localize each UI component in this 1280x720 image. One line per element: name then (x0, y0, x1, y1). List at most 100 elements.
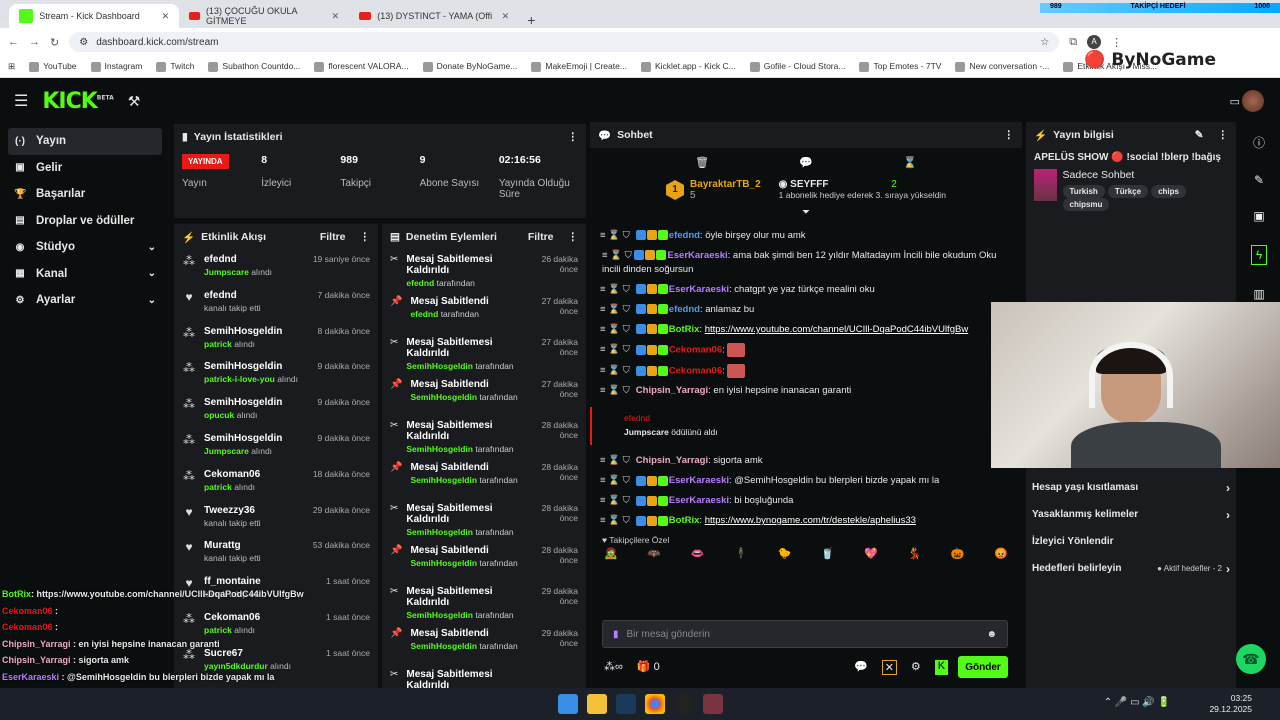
chrome-icon[interactable] (645, 694, 665, 714)
activity-user[interactable]: SemihHosgeldin (204, 361, 298, 372)
screen-share-icon[interactable]: ▭ (1230, 95, 1240, 108)
mod-tools[interactable]: ≡ ⌛ ⛉ (600, 454, 630, 468)
activity-menu-icon[interactable]: ⋮ (360, 231, 371, 243)
emote-button[interactable]: 🦇 (647, 547, 661, 560)
bookmark-item[interactable]: Top Emotes - 7TV (859, 61, 941, 72)
app-icon[interactable] (703, 694, 723, 714)
mod-tools[interactable]: ≡ ⌛ ⛉ (600, 364, 630, 378)
browser-tab[interactable]: (13) DYSTINCT - YAMA (Offi ✕ (349, 4, 519, 28)
chat-username[interactable]: EserKaraeski (669, 495, 729, 506)
bookmark-item[interactable]: YouTube (29, 61, 77, 72)
new-tab-icon[interactable]: + (519, 12, 543, 28)
bookmark-item[interactable]: florescent VALORA... (314, 61, 409, 72)
chat-username[interactable]: EserKaraeski (669, 284, 729, 295)
channel-points-icon[interactable]: ⁂∞ (604, 660, 623, 673)
mod-tools[interactable]: ≡ ⌛ ⛉ (600, 229, 630, 243)
apps-grid-icon[interactable]: ⊞ (8, 61, 15, 72)
moderation-filter-button[interactable]: Filtre (528, 231, 554, 243)
tray-icons[interactable]: ⌃ 🎤 ▭ 🔊 🔋 (1104, 697, 1170, 708)
chevron-down-icon[interactable]: ⌄ (148, 242, 156, 253)
emoji-picker-icon[interactable]: ☻ (986, 629, 997, 640)
mic-icon[interactable]: ▮ (613, 629, 619, 640)
tab-close-icon[interactable]: ✕ (162, 11, 170, 22)
support-chat-icon[interactable]: ☎ (1236, 644, 1266, 674)
collapse-icon[interactable]: ⏷ (590, 207, 1022, 218)
mod-tools[interactable]: ≡ ⌛ ⛉ (600, 343, 630, 357)
edit-icon[interactable]: ✎ (1195, 129, 1204, 141)
speech-icon[interactable]: 💬 (799, 156, 813, 169)
mod-tools[interactable]: ≡ ⌛ ⛉ (600, 494, 630, 508)
activity-user[interactable]: SemihHosgeldin (204, 326, 282, 337)
url-field[interactable]: ⚙ dashboard.kick.com/stream ☆ (69, 32, 1060, 52)
activity-user[interactable]: efednd (204, 254, 272, 265)
emote-button[interactable]: 💃 (908, 547, 922, 560)
sidebar-item[interactable]: ▣ Gelir (8, 155, 162, 182)
mod-tools[interactable]: ≡ ⌛ ⛉ (602, 250, 634, 261)
reload-icon[interactable]: ↻ (50, 36, 59, 49)
browser-tab[interactable]: (13) ÇOCUĞU OKULA GİTMEYE ✕ (179, 4, 349, 28)
activity-user[interactable]: efednd (204, 290, 261, 301)
emote-button[interactable]: 🧟 (604, 547, 618, 560)
mod-tools[interactable]: ≡ ⌛ ⛉ (600, 474, 630, 488)
menu-dots-icon[interactable]: ⋮ (1111, 36, 1122, 49)
emote-button[interactable]: 🕴 (734, 547, 748, 560)
kick-bot-icon[interactable]: K (934, 660, 949, 675)
capture-icon[interactable]: ▣ (1253, 209, 1264, 223)
moderation-actor[interactable]: SemihHosgeldin (410, 475, 477, 485)
activity-user[interactable]: Cekoman06 (204, 469, 260, 480)
steam-icon[interactable] (616, 694, 636, 714)
settings-row[interactable]: Yasaklanmış kelimeler › (1026, 501, 1236, 528)
moderation-actor[interactable]: efednd (410, 309, 438, 319)
mod-tools[interactable]: ≡ ⌛ ⛉ (600, 283, 630, 297)
mod-tools[interactable]: ≡ ⌛ ⛉ (600, 384, 630, 398)
back-icon[interactable]: ← (8, 36, 19, 48)
activity-user[interactable]: Tweezzy36 (204, 505, 261, 516)
activity-user[interactable]: SemihHosgeldin (204, 433, 282, 444)
bookmark-item[interactable]: MakeEmoji | Create... (531, 61, 627, 72)
bookmark-item[interactable]: Instagram (90, 61, 142, 72)
trash-icon[interactable]: 🗑 (695, 156, 709, 169)
gift-box-icon[interactable]: 🎁 0 (637, 660, 660, 673)
chat-username[interactable]: Cekoman06 (669, 365, 722, 376)
redeem-user[interactable]: efednd (624, 411, 1010, 425)
bookmark-item[interactable]: New conversation -... (955, 61, 1049, 72)
sidebar-item[interactable]: ◉ Stüdyo ⌄ (8, 234, 162, 261)
tab-search-icon[interactable]: ⌄ (0, 15, 9, 28)
moderation-actor[interactable]: efednd (406, 278, 434, 288)
bookmark-star-icon[interactable]: ☆ (1040, 37, 1049, 48)
browser-tab[interactable]: Stream - Kick Dashboard ✕ (9, 4, 180, 28)
stats-menu-icon[interactable]: ⋮ (568, 131, 579, 143)
emote-button[interactable]: 🥤 (821, 547, 835, 560)
chat-link[interactable]: https://www.bynogame.com/tr/destekle/aph… (705, 515, 916, 526)
moderation-actor[interactable]: SemihHosgeldin (410, 558, 477, 568)
bookmark-item[interactable]: Donate ByNoGame... (422, 61, 517, 72)
stream-tag[interactable]: chips (1151, 185, 1186, 198)
mod-tools[interactable]: ≡ ⌛ ⛉ (600, 514, 630, 528)
tab-close-icon[interactable]: ✕ (502, 11, 510, 22)
moderation-menu-icon[interactable]: ⋮ (568, 231, 579, 243)
chevron-down-icon[interactable]: ⌄ (148, 268, 156, 279)
pencil-icon[interactable]: ✎ (1254, 173, 1264, 187)
activity-user[interactable]: Murattg (204, 540, 261, 551)
kick-logo[interactable]: KICKBETA (42, 89, 113, 114)
sidebar-item[interactable]: ⚙ Ayarlar ⌄ (8, 287, 162, 314)
chat-username[interactable]: efednd (669, 304, 700, 315)
settings-row[interactable]: İzleyici Yönlendir (1026, 528, 1236, 555)
moderation-actor[interactable]: SemihHosgeldin (406, 527, 473, 537)
bookmark-item[interactable]: Gofile - Cloud Stora... (749, 61, 845, 72)
chat-username[interactable]: EserKaraeski (669, 475, 729, 486)
bookmark-item[interactable]: Twitch (156, 61, 194, 72)
tab-close-icon[interactable]: ✕ (332, 11, 340, 22)
slow-mode-icon[interactable]: ✕ (881, 660, 897, 675)
chat-settings-icon[interactable]: ⚙ (911, 660, 921, 675)
stream-tag[interactable]: Turkish (1062, 185, 1105, 198)
chat-username[interactable]: Chipsin_Yarragi (636, 385, 708, 396)
emote-button[interactable]: 👄 (691, 547, 705, 560)
chat-username[interactable]: Chipsin_Yarragi (636, 455, 708, 466)
moderation-actor[interactable]: SemihHosgeldin (406, 610, 473, 620)
sidebar-item[interactable]: ▤ Droplar ve ödüller (8, 208, 162, 235)
file-explorer-icon[interactable] (587, 694, 607, 714)
moderation-actor[interactable]: SemihHosgeldin (410, 392, 477, 402)
chevron-down-icon[interactable]: ⌄ (148, 295, 156, 306)
layout-icon[interactable]: ▥ (1253, 287, 1264, 301)
